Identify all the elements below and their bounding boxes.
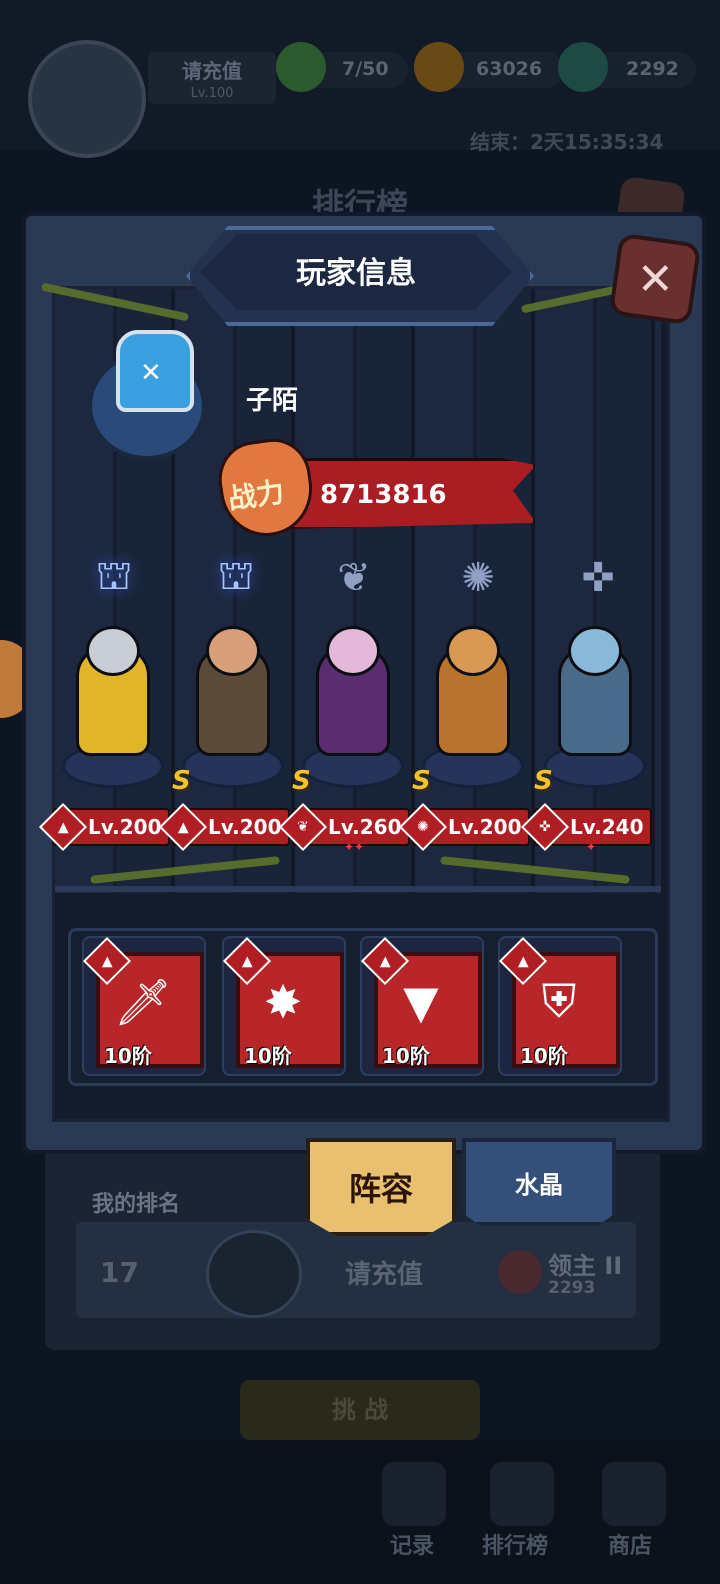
shield-icon: ✸	[263, 975, 303, 1029]
my-rank-name: 请充值	[345, 1260, 424, 1290]
close-button[interactable]: ✕	[608, 232, 702, 326]
tab-lineup-label: 阵容	[348, 1170, 413, 1208]
hero-level-bar: ▲ Lv.200	[38, 802, 170, 852]
hero-head	[326, 626, 380, 676]
leaderboard-icon[interactable]	[490, 1462, 554, 1526]
section-divider	[55, 886, 661, 892]
hero-succubus[interactable]: S	[292, 626, 406, 796]
power-value: 8713816	[320, 480, 447, 510]
hero-beastman[interactable]: S	[412, 626, 526, 796]
hero-level: Lv.240	[570, 815, 644, 839]
my-rank-number: 17	[100, 1256, 139, 1289]
tab-crystal[interactable]: 水晶	[462, 1138, 616, 1226]
hero-class-glyph: ▲	[177, 819, 189, 835]
equipment-tier: 10阶	[382, 1044, 430, 1068]
hero-knight[interactable]	[54, 626, 166, 788]
hero-grade-badge: S	[412, 766, 431, 796]
hero-star-icons: ✦	[586, 840, 597, 854]
dialog-title: 玩家信息	[296, 256, 416, 291]
hero-grade-badge: S	[172, 766, 191, 796]
hero-class-glyph: ▲	[57, 819, 69, 835]
hero-class-glyph: ❦	[297, 818, 309, 835]
tab-lineup[interactable]: 阵容	[306, 1138, 456, 1236]
my-rank-avatar	[206, 1230, 302, 1318]
hero-warrior[interactable]: S	[172, 626, 286, 796]
records-icon[interactable]	[382, 1462, 446, 1526]
power-label: 战力	[226, 475, 287, 516]
pants-icon: ▼	[403, 975, 439, 1029]
my-rank-title: 领主 II	[548, 1252, 623, 1280]
hero-level-bar: ✺ Lv.200	[398, 802, 530, 852]
wing-icon: ❦	[337, 555, 371, 601]
player-avatar: ✕	[88, 330, 212, 460]
gold-coin-icon	[414, 42, 464, 92]
equipment-tier: 10阶	[520, 1044, 568, 1068]
hero-head	[86, 626, 140, 676]
my-rank-label: 我的排名	[92, 1192, 181, 1217]
hero-head	[206, 626, 260, 676]
shop-icon[interactable]	[602, 1462, 666, 1526]
wizard-hat-icon: ⛫	[95, 552, 133, 599]
hero-level: Lv.200	[448, 815, 522, 839]
nav-leaderboard[interactable]: 排行榜	[482, 1528, 548, 1560]
wrench-icon: ✜	[581, 555, 615, 601]
my-rank-score: 2293	[548, 1278, 596, 1298]
player-name: 子陌	[246, 386, 299, 416]
gem-icon	[558, 42, 608, 92]
profile-name: 请充值	[182, 59, 242, 83]
hero-star-icons: ✦✦	[344, 840, 365, 854]
profile-avatar[interactable]	[28, 40, 146, 158]
equipment-slot-shield[interactable]: ▲ ✸ 10阶	[222, 936, 346, 1076]
equipment-tier: 10阶	[244, 1044, 292, 1068]
hero-grade-badge: S	[534, 766, 553, 796]
close-icon: ✕	[636, 253, 674, 305]
equipment-slot-sword[interactable]: ▲ 🗡 10阶	[82, 936, 206, 1076]
nav-records[interactable]: 记录	[390, 1528, 434, 1560]
equipment-slot-pants[interactable]: ▲ ▼ 10阶	[360, 936, 484, 1076]
challenge-button-label: 挑 战	[331, 1396, 389, 1424]
hero-class-glyph: ✺	[417, 818, 429, 835]
wizard-hat-icon: ⛫	[217, 552, 255, 599]
profile-level: Lv.100	[190, 86, 234, 101]
hero-level: Lv.260	[328, 815, 402, 839]
hero-level-bar: ▲ Lv.200	[158, 802, 290, 852]
hero-head	[446, 626, 500, 676]
avatar-eyes-icon: ✕	[140, 358, 162, 388]
gems-value: 2292	[626, 58, 679, 80]
hero-grade-badge: S	[292, 766, 311, 796]
equipment-slot-armor[interactable]: ▲ ⛨ 10阶	[498, 936, 622, 1076]
sword-icon: 🗡	[113, 974, 173, 1029]
hero-level: Lv.200	[208, 815, 282, 839]
equipment-tier: 10阶	[104, 1044, 152, 1068]
stamina-icon	[276, 42, 326, 92]
hero-machine[interactable]: S	[534, 626, 648, 796]
hero-level: Lv.200	[88, 815, 162, 839]
gold-value: 63026	[476, 58, 543, 80]
tab-crystal-label: 水晶	[515, 1170, 563, 1199]
stamina-value: 7/50	[342, 58, 389, 80]
nav-shop[interactable]: 商店	[608, 1528, 652, 1560]
hero-class-glyph: ✜	[539, 818, 551, 835]
beast-claw-icon: ✺	[461, 555, 495, 601]
rank-badge-icon	[498, 1250, 542, 1294]
hero-head	[568, 626, 622, 676]
armor-icon: ⛨	[541, 974, 577, 1028]
season-timer: 结束：2天15:35:34	[470, 130, 664, 154]
